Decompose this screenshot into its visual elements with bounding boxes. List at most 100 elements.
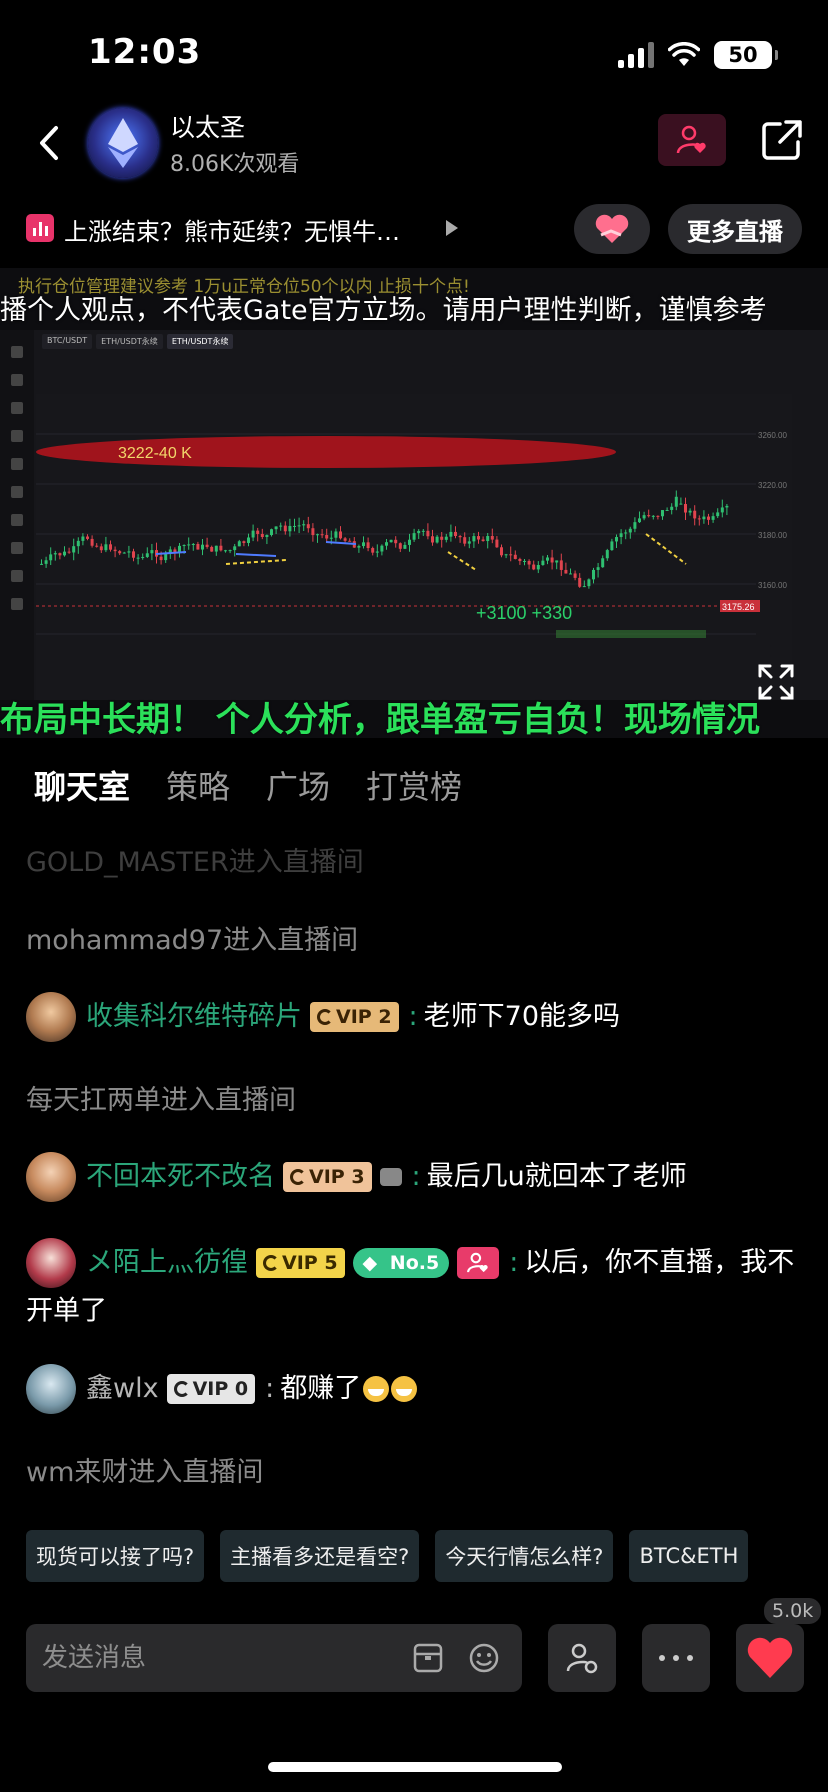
play-triangle-icon[interactable] — [446, 220, 458, 236]
vip-badge: VIP 5 — [256, 1248, 345, 1278]
share-icon[interactable] — [760, 118, 804, 162]
candle-body — [440, 536, 444, 540]
candle-body — [592, 569, 595, 580]
candle-body — [688, 510, 692, 513]
fan-club-badge — [457, 1247, 500, 1279]
candle-body — [164, 553, 168, 561]
candle-body — [265, 535, 269, 537]
candle-body — [256, 530, 260, 534]
candle-body — [362, 542, 365, 547]
live-video-player[interactable]: BTC/USDT ETH/USDT永续 ETH/USDT永续 3222-40 K… — [0, 268, 828, 738]
user-heart-icon — [467, 1252, 488, 1273]
system-join-message: 每天扛两单进入直播间 — [26, 1085, 296, 1116]
emoji-icon[interactable] — [468, 1642, 500, 1674]
candle-body — [205, 544, 209, 547]
candle-body — [417, 530, 421, 534]
candle-body — [63, 551, 66, 556]
candle-body — [711, 516, 715, 520]
grin-emoji-icon — [363, 1376, 390, 1402]
heart-icon — [747, 1637, 793, 1678]
tab-chat-room[interactable]: 聊天室 — [34, 762, 130, 808]
candle-body — [72, 546, 76, 553]
user-avatar[interactable] — [26, 992, 76, 1042]
candle-body — [458, 535, 462, 538]
candle-body — [684, 504, 687, 513]
username[interactable]: 不回本死不改名 — [86, 1161, 275, 1192]
channel-avatar[interactable] — [88, 108, 158, 178]
heart-hand-button[interactable] — [574, 204, 650, 254]
message-input[interactable] — [42, 1638, 402, 1678]
svg-text:3160.00: 3160.00 — [758, 581, 787, 590]
follow-button[interactable] — [658, 114, 726, 166]
candle-body — [665, 509, 669, 511]
candle-body — [444, 536, 448, 540]
candle-body — [86, 536, 89, 539]
candle-body — [421, 530, 425, 532]
candle-body — [532, 564, 536, 570]
channel-name[interactable]: 以太圣 — [170, 108, 245, 144]
candle-body — [228, 550, 232, 552]
candle-body — [187, 544, 191, 546]
rank-badge: ◆ No.5 — [352, 1248, 450, 1278]
quick-reply-chip[interactable]: 今天行情怎么样? — [435, 1530, 614, 1582]
candle-body — [697, 518, 701, 520]
quick-reply-chip[interactable]: 现货可以接了吗? — [26, 1530, 205, 1582]
chat-bubble-icon — [379, 1168, 402, 1186]
wifi-icon — [668, 42, 700, 66]
candle-body — [707, 516, 710, 520]
candle-body — [582, 586, 586, 588]
svg-text:3220.00: 3220.00 — [758, 481, 787, 490]
candle-body — [113, 549, 117, 552]
candle-body — [403, 544, 407, 549]
candle-body — [398, 543, 402, 549]
tab-strategy[interactable]: 策略 — [166, 762, 230, 808]
candle-body — [656, 515, 660, 517]
username[interactable]: メ陌上灬彷徨 — [86, 1247, 248, 1278]
message-text: 最后几u就回本了老师 — [426, 1161, 687, 1192]
gift-box-icon[interactable] — [412, 1642, 444, 1674]
candle-body — [67, 551, 71, 553]
quick-reply-chip[interactable]: 主播看多还是看空? — [220, 1530, 420, 1582]
user-settings-icon — [566, 1643, 598, 1674]
candle-body — [523, 560, 526, 562]
candle-body — [320, 534, 324, 536]
back-arrow-icon[interactable] — [30, 118, 70, 168]
candle-body — [334, 531, 338, 538]
message-text: 都赚了 — [280, 1373, 362, 1404]
tab-tip-leaderboard[interactable]: 打赏榜 — [366, 762, 462, 808]
user-avatar[interactable] — [26, 1238, 76, 1288]
like-button[interactable] — [736, 1624, 804, 1692]
video-scrolling-caption: 布局中长期！ 个人分析，跟单盈亏自负！现场情况 — [0, 700, 760, 738]
svg-text:3260.00: 3260.00 — [758, 431, 787, 440]
stream-topic[interactable]: 上涨结束？熊市延续？无惧牛… — [64, 212, 400, 247]
username[interactable]: 收集科尔维特碎片 — [86, 1001, 302, 1032]
fullscreen-icon[interactable] — [756, 662, 796, 702]
user-avatar[interactable] — [26, 1152, 76, 1202]
candle-body — [302, 524, 306, 526]
quick-reply-chip[interactable]: BTC&ETH — [629, 1530, 749, 1582]
tab-square[interactable]: 广场 — [266, 762, 330, 808]
username[interactable]: 鑫wlx — [86, 1373, 159, 1404]
candle-body — [288, 525, 292, 532]
more-options-button[interactable] — [642, 1624, 710, 1692]
candle-body — [573, 573, 577, 578]
candle-body — [518, 558, 522, 562]
candle-body — [693, 510, 697, 519]
candle-body — [610, 541, 614, 551]
candle-body — [564, 569, 568, 574]
live-bars-icon — [26, 214, 54, 242]
chart-toolbar: BTC/USDT ETH/USDT永续 ETH/USDT永续 — [36, 330, 796, 394]
candle-body — [559, 560, 563, 570]
candle-body — [513, 554, 517, 559]
candle-body — [339, 531, 342, 539]
candle-body — [136, 557, 140, 559]
system-join-message: wm来财进入直播间 — [26, 1457, 264, 1488]
candle-body — [366, 542, 370, 549]
candle-body — [490, 536, 494, 540]
user-settings-button[interactable] — [548, 1624, 616, 1692]
more-live-button[interactable]: 更多直播 — [668, 204, 802, 254]
chat-feed[interactable]: GOLD_MASTER进入直播间 mohammad97进入直播间 收集科尔维特碎… — [0, 840, 828, 1500]
user-avatar[interactable] — [26, 1364, 76, 1414]
diamond-icon: ◆ — [362, 1252, 378, 1274]
status-icons: 50 — [618, 40, 778, 70]
